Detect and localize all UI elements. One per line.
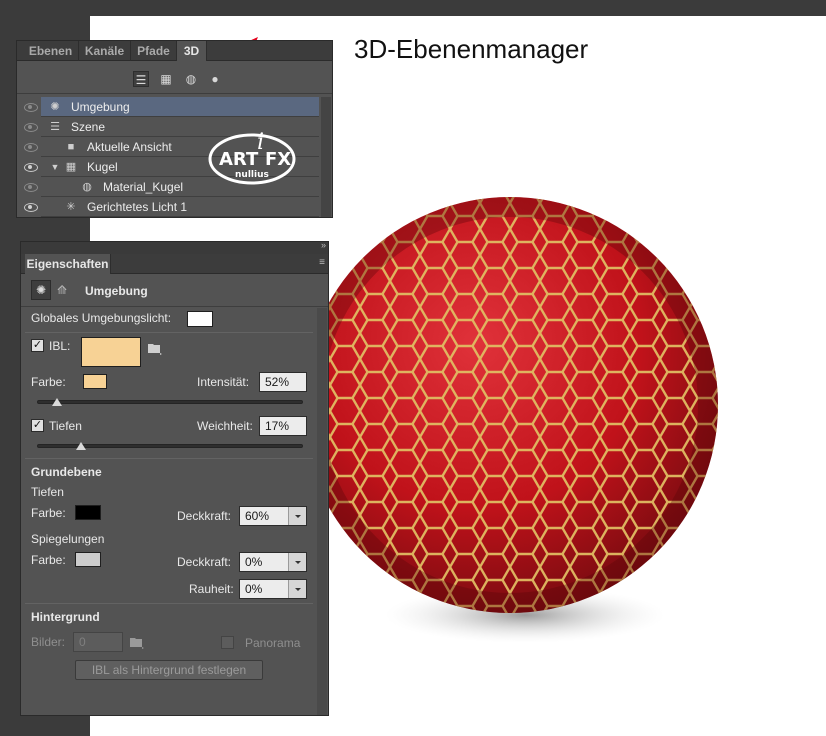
softness-slider-knob[interactable] <box>76 442 86 450</box>
layer-label: Gerichtetes Licht 1 <box>87 200 188 214</box>
images-folder-icon[interactable] <box>129 635 145 649</box>
global-ambient-swatch[interactable] <box>187 311 213 327</box>
tab-ebenen[interactable]: Ebenen <box>23 41 79 61</box>
top-dark-strip <box>0 0 826 16</box>
visibility-eye-icon[interactable] <box>23 160 38 174</box>
light-filter-icon[interactable]: ● <box>207 71 223 87</box>
material-filter-icon[interactable]: ◍ <box>183 71 199 87</box>
properties-scrollbar[interactable] <box>317 308 327 715</box>
shadows-label: Tiefen <box>49 419 82 433</box>
images-input[interactable]: 0 <box>73 632 123 652</box>
softness-input[interactable]: 17% <box>259 416 307 436</box>
ground-shadows-label: Tiefen <box>31 485 64 499</box>
svg-text:nullius: nullius <box>235 170 269 180</box>
visibility-eye-icon[interactable] <box>23 180 38 194</box>
roughness-label: Rauheit: <box>189 582 234 596</box>
section-divider <box>25 603 313 604</box>
layer-label: Szene <box>71 120 106 134</box>
set-ibl-as-background-button[interactable]: IBL als Hintergrund festlegen <box>75 660 263 680</box>
properties-header: ✺ ⟰ Umgebung <box>21 275 328 307</box>
section-divider <box>25 332 313 333</box>
reflections-label: Spiegelungen <box>31 532 105 546</box>
environment-mode-icon[interactable]: ✺ <box>31 280 51 300</box>
directional-light-icon: ✳ <box>66 201 76 213</box>
visibility-eye-icon[interactable] <box>23 200 38 214</box>
images-label: Bilder: <box>31 635 66 649</box>
tab-3d[interactable]: 3D <box>177 41 207 61</box>
ground-shadows-color-label: Farbe: <box>31 506 66 520</box>
dropdown-value: 60% <box>245 509 270 523</box>
layer-label: Kugel <box>87 160 118 174</box>
ground-plane-heading: Grundebene <box>31 465 102 479</box>
intensity-label: Intensität: <box>197 375 250 389</box>
layer-label: Material_Kugel <box>103 180 184 194</box>
mesh-filter-icon[interactable]: ▦ <box>158 71 174 87</box>
reflections-color-label: Farbe: <box>31 553 66 567</box>
layer-label: Aktuelle Ansicht <box>87 140 172 154</box>
intensity-input[interactable]: 52% <box>259 372 307 392</box>
properties-panel: » Eigenschaften ≡ ✺ ⟰ Umgebung Globales … <box>20 240 329 716</box>
visibility-eye-icon[interactable] <box>23 120 38 134</box>
chevron-down-icon[interactable] <box>288 580 306 598</box>
properties-tab-bar: Eigenschaften ≡ <box>21 254 328 274</box>
tab-pfade[interactable]: Pfade <box>131 41 177 61</box>
svg-text:FX: FX <box>265 149 291 170</box>
layer-row-gerichtetes-licht[interactable]: ✳ Gerichtetes Licht 1 <box>24 197 319 217</box>
ground-shadows-opacity-dropdown[interactable]: 60% <box>239 506 307 526</box>
panel-collapse-strip: » <box>21 240 328 254</box>
ibl-label: IBL: <box>49 339 71 353</box>
color-label: Farbe: <box>31 375 66 389</box>
shadows-checkbox[interactable]: ✓ <box>31 419 44 432</box>
3d-layers-panel: Ebenen Kanäle Pfade 3D ☰ ▦ ◍ ● ✺ Umgebun… <box>16 40 333 218</box>
scene-icon: ☰ <box>50 121 60 133</box>
panorama-label: Panorama <box>245 636 301 650</box>
ibl-folder-icon[interactable] <box>147 341 163 355</box>
layer-label: Umgebung <box>71 100 130 114</box>
tab-eigenschaften[interactable]: Eigenschaften <box>25 254 111 274</box>
properties-header-title: Umgebung <box>85 284 148 298</box>
panel-tab-bar: Ebenen Kanäle Pfade 3D <box>17 41 332 61</box>
reflections-color-swatch[interactable] <box>75 552 101 567</box>
section-divider <box>25 458 313 459</box>
filter-toolbar: ☰ ▦ ◍ ● <box>17 62 332 94</box>
red-sphere-render <box>302 197 718 643</box>
svg-text:i: i <box>257 130 264 155</box>
scene-filter-icon[interactable]: ☰ <box>133 71 149 87</box>
ground-shadows-opacity-label: Deckkraft: <box>177 509 232 523</box>
intensity-slider-track[interactable] <box>37 400 303 404</box>
dropdown-value: 0% <box>245 555 263 569</box>
collapse-panel-icon[interactable]: » <box>321 240 326 250</box>
scene-mode-icon[interactable]: ⟰ <box>57 283 67 297</box>
material-icon: ◍ <box>82 181 92 193</box>
environment-icon: ✺ <box>50 101 60 113</box>
softness-label: Weichheit: <box>197 419 253 433</box>
panorama-checkbox[interactable] <box>221 636 234 649</box>
intensity-slider-knob[interactable] <box>52 398 62 406</box>
ground-shadows-color-swatch[interactable] <box>75 505 101 520</box>
panel-menu-icon[interactable]: ≡ <box>319 257 325 268</box>
layer-row-umgebung[interactable]: ✺ Umgebung <box>24 97 319 117</box>
roughness-dropdown[interactable]: 0% <box>239 579 307 599</box>
reflections-opacity-label: Deckkraft: <box>177 555 232 569</box>
visibility-eye-icon[interactable] <box>23 140 38 154</box>
expand-triangle-icon[interactable]: ▼ <box>47 159 63 175</box>
dropdown-value: 0% <box>245 582 263 596</box>
chevron-down-icon[interactable] <box>288 507 306 525</box>
tab-kanaele[interactable]: Kanäle <box>79 41 131 61</box>
mesh-icon: ▦ <box>65 161 77 173</box>
ibl-image-preview[interactable] <box>81 337 141 367</box>
camera-icon: ■ <box>67 141 75 153</box>
visibility-eye-icon[interactable] <box>23 100 38 114</box>
chevron-down-icon[interactable] <box>288 553 306 571</box>
reflections-opacity-dropdown[interactable]: 0% <box>239 552 307 572</box>
artifx-watermark-logo: ART i FX nullius <box>208 130 296 185</box>
global-ambient-label: Globales Umgebungslicht: <box>31 311 172 325</box>
caption-3d-layer-manager: 3D-Ebenenmanager <box>354 34 589 64</box>
svg-text:ART: ART <box>219 149 259 170</box>
ibl-checkbox[interactable]: ✓ <box>31 339 44 352</box>
layers-scrollbar[interactable] <box>321 97 331 217</box>
background-heading: Hintergrund <box>31 610 100 624</box>
color-swatch[interactable] <box>83 374 107 389</box>
